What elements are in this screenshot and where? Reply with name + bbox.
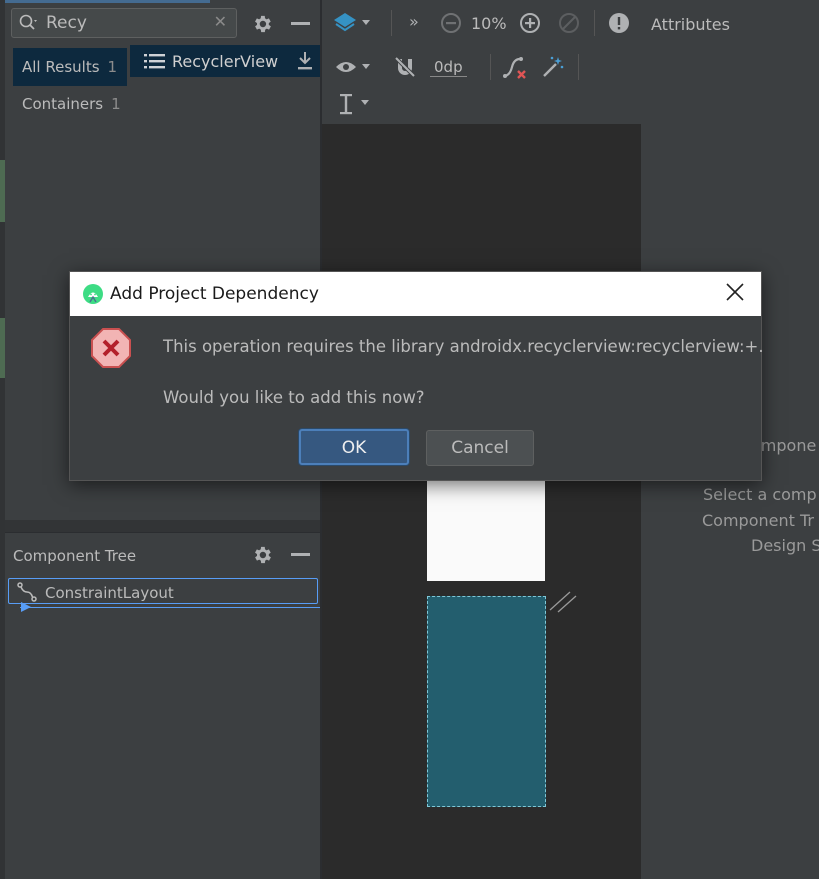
chevron-right-double-icon[interactable]: » — [409, 12, 419, 31]
add-project-dependency-dialog: Add Project Dependency This operation re… — [69, 271, 764, 481]
gear-icon[interactable] — [251, 13, 273, 35]
category-count: 1 — [111, 95, 121, 113]
drop-indicator-line — [20, 607, 320, 608]
zoom-in-icon[interactable] — [519, 12, 541, 34]
blueprint-surface[interactable] — [427, 596, 546, 807]
dialog-question: Would you like to add this now? — [163, 388, 425, 407]
toolbar-separator — [490, 54, 491, 80]
default-margin-field[interactable]: 0dp — [430, 58, 467, 77]
magnet-off-icon[interactable] — [393, 55, 417, 79]
search-icon — [19, 14, 37, 30]
dialog-message: This operation requires the library andr… — [163, 337, 764, 356]
palette-active-indicator — [5, 0, 210, 3]
warning-icon[interactable] — [608, 12, 630, 34]
dialog-titlebar[interactable]: Add Project Dependency — [70, 272, 761, 316]
drop-indicator-arrow-icon — [21, 602, 31, 612]
toolbar-separator — [578, 54, 579, 80]
error-icon — [91, 328, 131, 368]
magic-wand-icon[interactable] — [541, 55, 565, 79]
resize-handle-icon[interactable] — [548, 588, 578, 614]
search-input-value[interactable]: Recy — [46, 13, 87, 33]
minimize-icon[interactable] — [291, 22, 310, 25]
tree-item-label: ConstraintLayout — [45, 584, 174, 602]
design-surface[interactable] — [427, 481, 545, 581]
minimize-icon[interactable] — [291, 553, 310, 556]
toolbar-separator — [391, 10, 392, 36]
attributes-hint-text: Design S — [751, 536, 819, 555]
zoom-level: 10% — [471, 14, 507, 33]
eye-icon[interactable] — [334, 56, 376, 78]
guidelines-icon[interactable] — [337, 92, 377, 116]
palette-item-label: RecyclerView — [172, 52, 279, 71]
palette-search-field[interactable]: Recy ✕ — [11, 8, 237, 38]
list-icon — [144, 54, 165, 69]
clear-constraints-icon[interactable] — [502, 55, 528, 81]
attributes-hint-text: Component Tr — [702, 511, 814, 530]
attributes-title: Attributes — [651, 15, 730, 34]
zoom-out-icon[interactable] — [440, 12, 462, 34]
category-label: Containers — [22, 95, 104, 113]
tree-item-constraintlayout[interactable]: ConstraintLayout — [8, 578, 318, 604]
category-containers[interactable]: Containers 1 — [22, 95, 121, 113]
category-count: 1 — [107, 58, 118, 76]
gear-icon[interactable] — [251, 544, 273, 566]
category-label: All Results — [22, 58, 100, 76]
toolbar-separator — [594, 10, 595, 36]
panel-splitter[interactable] — [5, 520, 320, 532]
ok-button[interactable]: OK — [299, 429, 409, 465]
palette-item-recyclerview[interactable]: RecyclerView — [130, 45, 320, 77]
category-all-results[interactable]: All Results 1 — [22, 58, 117, 76]
layers-icon[interactable] — [333, 11, 375, 35]
dialog-title: Add Project Dependency — [110, 284, 319, 304]
component-tree-title: Component Tree — [13, 547, 137, 565]
android-studio-icon — [83, 284, 103, 304]
clear-search-icon[interactable]: ✕ — [214, 12, 227, 31]
download-icon[interactable] — [296, 51, 314, 71]
close-icon[interactable] — [723, 280, 747, 304]
attributes-hint-text: Select a comp — [703, 485, 817, 504]
zoom-to-fit-icon[interactable] — [558, 12, 580, 34]
constraint-layout-icon — [17, 582, 37, 602]
cancel-button[interactable]: Cancel — [426, 430, 534, 466]
